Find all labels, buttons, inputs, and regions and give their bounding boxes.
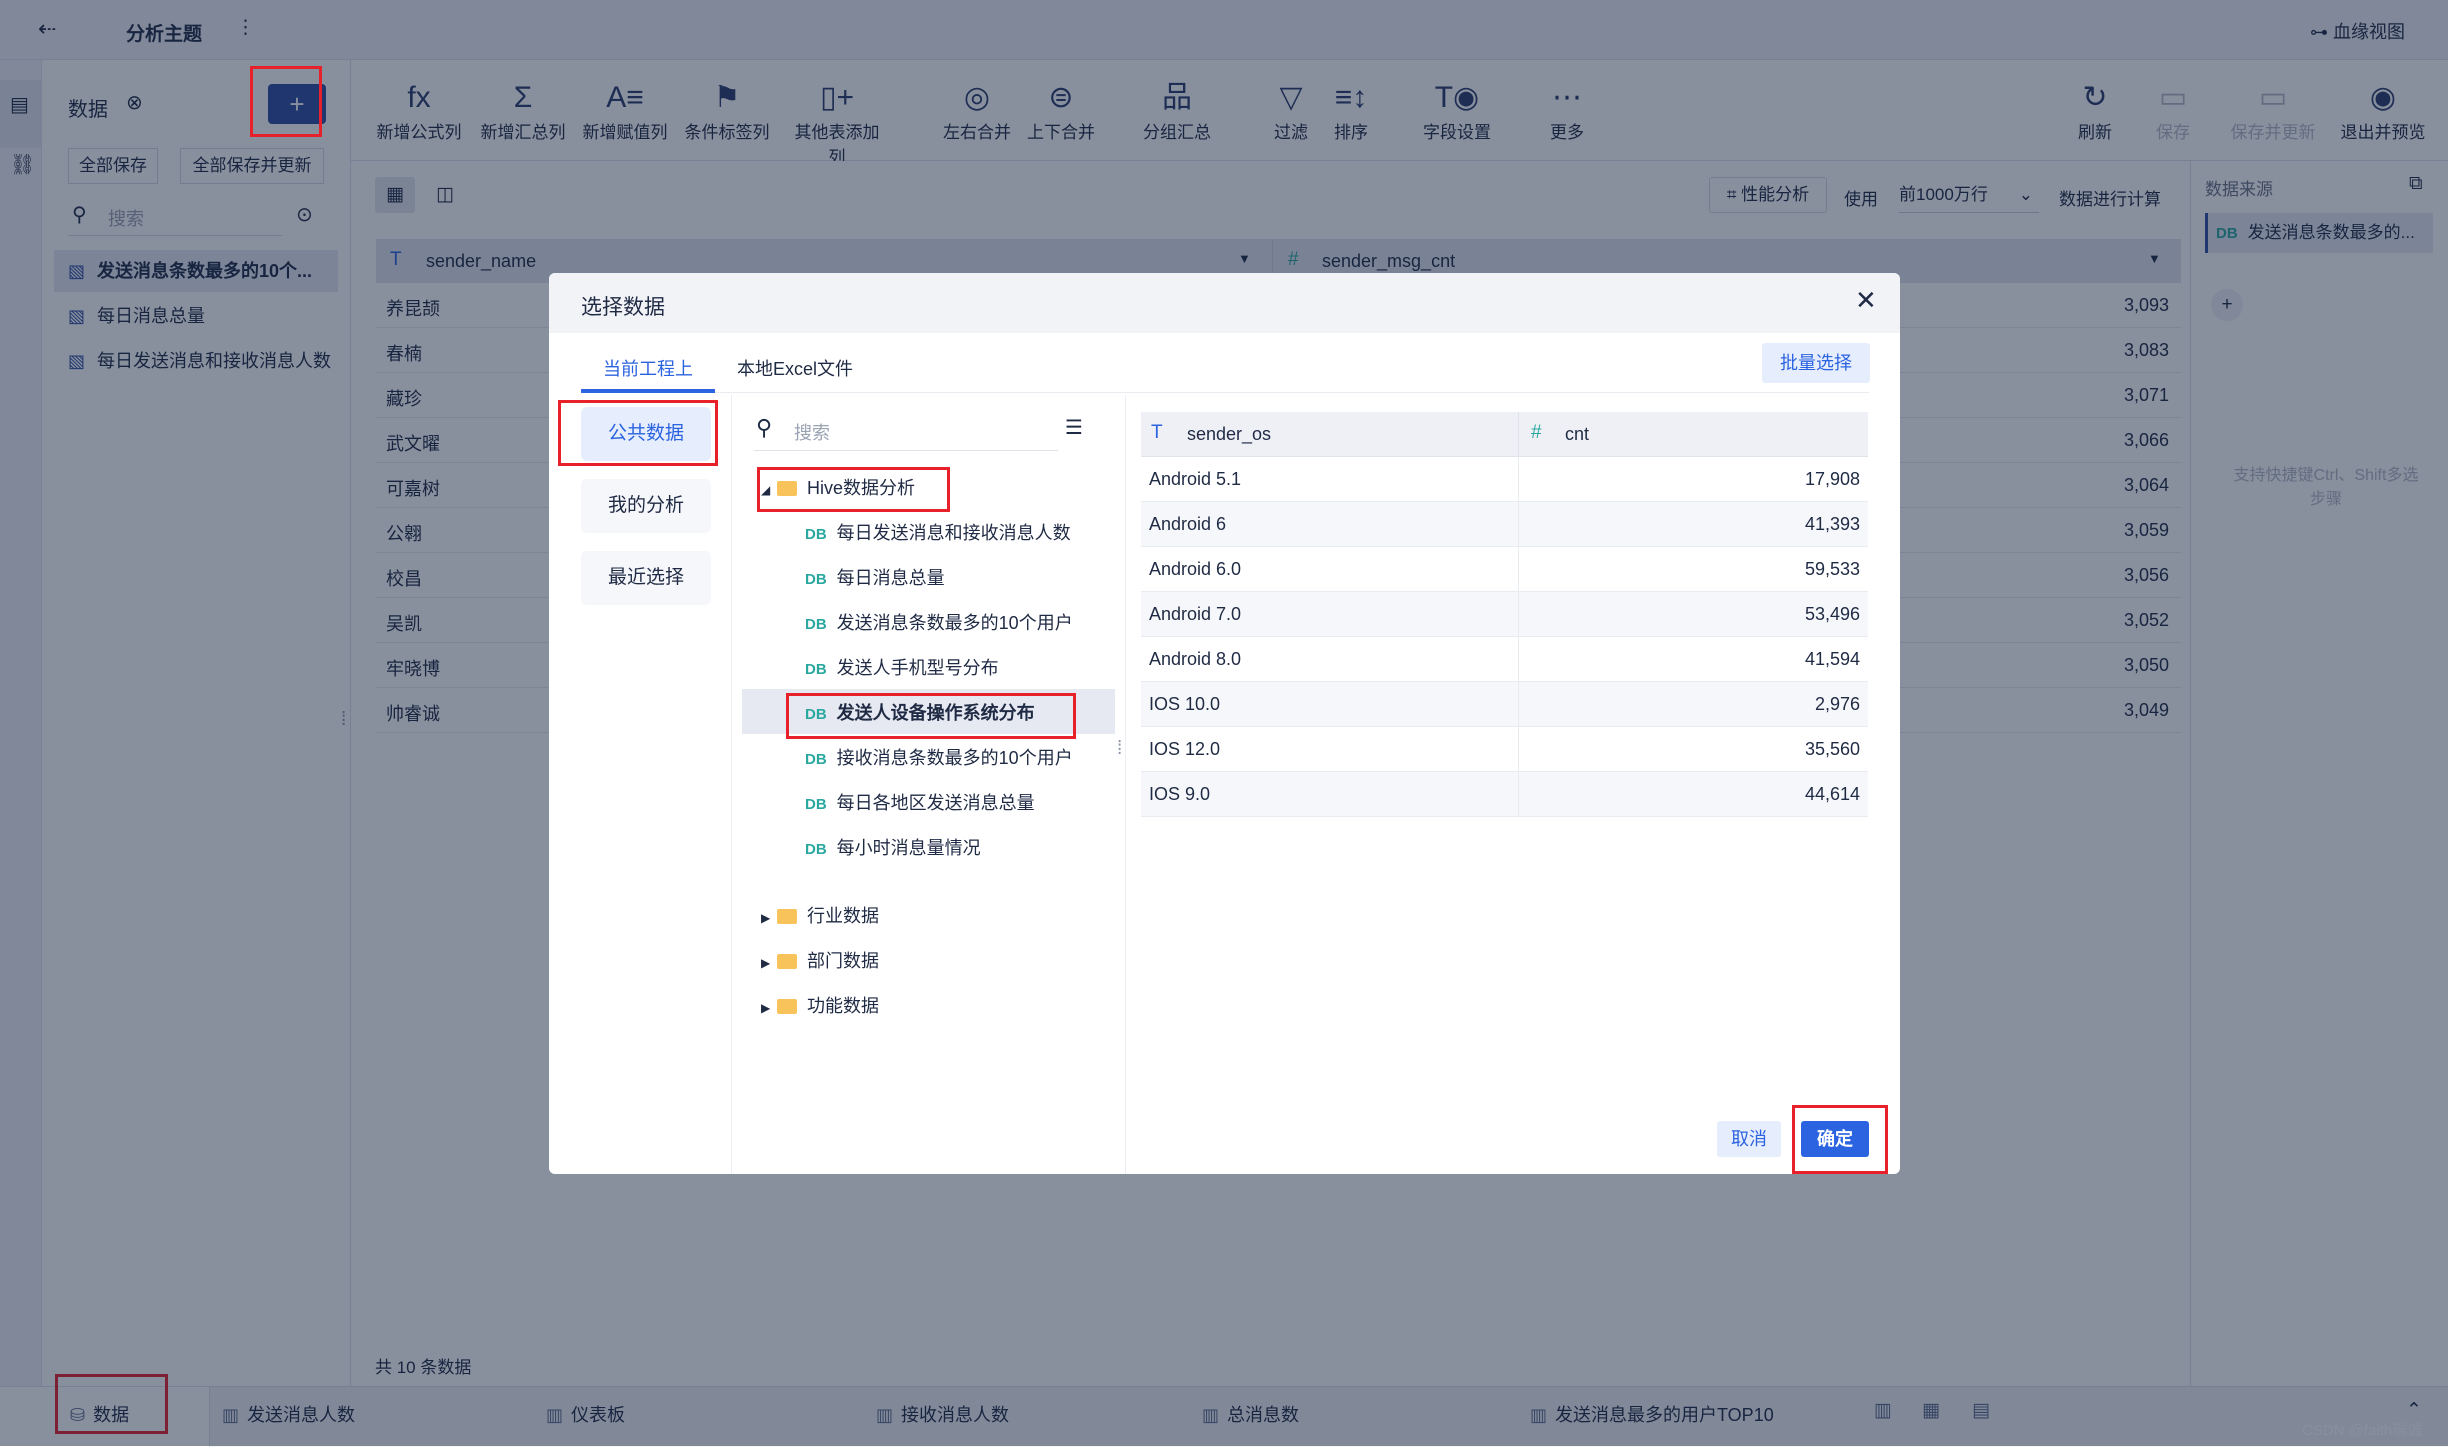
cell-cnt: 2,976 (1814, 694, 1860, 714)
tree-dataset-item[interactable]: DB 发送消息条数最多的10个用户 (805, 601, 1073, 646)
tree-dataset-item[interactable]: DB 每日各地区发送消息总量 (805, 781, 1035, 826)
dataset-label: 每日发送消息和接收消息人数 (836, 523, 1071, 543)
preview-row: IOS 10.0 2,976 (1141, 682, 1868, 727)
highlight-box (786, 693, 1076, 739)
tab-current-project[interactable]: 当前工程上 (603, 355, 693, 381)
cell-sender-os: IOS 12.0 (1149, 739, 1221, 759)
cell-sender-os: Android 6 (1149, 514, 1227, 534)
folder-label: 行业数据 (807, 906, 879, 926)
number-type-icon: # (1531, 422, 1542, 443)
cell-cnt: 41,393 (1804, 514, 1860, 534)
preview-row: Android 6 41,393 (1141, 502, 1868, 547)
dialog-nav-item[interactable]: 我的分析 (581, 479, 711, 533)
db-icon: DB (805, 616, 827, 633)
cell-cnt: 17,908 (1804, 469, 1860, 489)
tree-search-input[interactable]: ⚲ 搜索 (754, 411, 1058, 451)
highlight-box (558, 400, 718, 466)
tree-dataset-item[interactable]: DB 每小时消息量情况 (805, 826, 981, 871)
highlight-box (1792, 1105, 1888, 1174)
cancel-button[interactable]: 取消 (1717, 1121, 1781, 1157)
search-placeholder: 搜索 (794, 423, 830, 443)
filter-history-icon[interactable]: ☰ (1065, 415, 1083, 440)
highlight-box (250, 66, 322, 137)
preview-row: IOS 12.0 35,560 (1141, 727, 1868, 772)
cell-sender-os: IOS 10.0 (1149, 694, 1221, 714)
cell-sender-os: Android 8.0 (1149, 649, 1242, 669)
db-icon: DB (805, 526, 827, 543)
preview-table-header: T sender_os # cnt (1141, 412, 1868, 457)
dialog-title: 选择数据 (581, 296, 665, 319)
tab-local-excel[interactable]: 本地Excel文件 (737, 355, 853, 381)
dialog-nav-item[interactable]: 最近选择 (581, 551, 711, 605)
cell-sender-os: IOS 9.0 (1149, 784, 1211, 804)
column-header-sender-os: sender_os (1187, 424, 1272, 444)
dataset-label: 每小时消息量情况 (836, 838, 981, 858)
db-icon: DB (805, 796, 827, 813)
preview-row: Android 8.0 41,594 (1141, 637, 1868, 682)
preview-row: IOS 9.0 44,614 (1141, 772, 1868, 817)
cell-cnt: 44,614 (1804, 784, 1860, 804)
folder-label: 部门数据 (807, 951, 879, 971)
batch-select-button[interactable]: 批量选择 (1762, 343, 1870, 383)
db-icon: DB (805, 751, 827, 768)
caret-right-icon: ▶ (761, 956, 771, 970)
db-icon: DB (805, 841, 827, 858)
text-type-icon: T (1151, 422, 1163, 443)
close-icon[interactable]: ✕ (1855, 285, 1877, 316)
folder-icon (777, 999, 797, 1014)
column-header-cnt: cnt (1565, 424, 1590, 444)
cell-cnt: 59,533 (1804, 559, 1860, 579)
highlight-box (757, 467, 950, 512)
caret-right-icon: ▶ (761, 911, 771, 925)
cell-sender-os: Android 5.1 (1149, 469, 1242, 489)
dataset-label: 发送人手机型号分布 (836, 658, 999, 678)
caret-right-icon: ▶ (761, 1001, 771, 1015)
preview-row: Android 6.0 59,533 (1141, 547, 1868, 592)
preview-row: Android 7.0 53,496 (1141, 592, 1868, 637)
tree-dataset-item[interactable]: DB 每日发送消息和接收消息人数 (805, 511, 1071, 556)
db-icon: DB (805, 661, 827, 678)
folder-icon (777, 909, 797, 924)
cell-cnt: 35,560 (1804, 739, 1860, 759)
search-icon: ⚲ (756, 415, 773, 440)
cell-cnt: 41,594 (1804, 649, 1860, 669)
folder-icon (777, 954, 797, 969)
folder-label: 功能数据 (807, 996, 879, 1016)
preview-row: Android 5.1 17,908 (1141, 457, 1868, 502)
tree-folder[interactable]: ▶ 部门数据 (761, 939, 879, 984)
dataset-label: 每日消息总量 (836, 568, 945, 588)
tree-dataset-item[interactable]: DB 接收消息条数最多的10个用户 (805, 736, 1073, 781)
dataset-label: 发送消息条数最多的10个用户 (836, 613, 1073, 633)
tree-dataset-item[interactable]: DB 发送人手机型号分布 (805, 646, 999, 691)
dataset-label: 接收消息条数最多的10个用户 (836, 748, 1073, 768)
cell-sender-os: Android 7.0 (1149, 604, 1242, 624)
tree-folder[interactable]: ▶ 功能数据 (761, 984, 879, 1029)
cell-sender-os: Android 6.0 (1149, 559, 1242, 579)
select-data-dialog: 选择数据 ✕ 当前工程上 本地Excel文件 批量选择 公共数据 我的分析 最近选择… (549, 273, 1900, 1174)
dataset-label: 每日各地区发送消息总量 (836, 793, 1035, 813)
tree-folder[interactable]: ▶ 行业数据 (761, 894, 879, 939)
tree-dataset-item[interactable]: DB 每日消息总量 (805, 556, 945, 601)
db-icon: DB (805, 571, 827, 588)
resize-handle-icon[interactable]: ⁞ (1117, 738, 1122, 760)
cell-cnt: 53,496 (1804, 604, 1860, 624)
